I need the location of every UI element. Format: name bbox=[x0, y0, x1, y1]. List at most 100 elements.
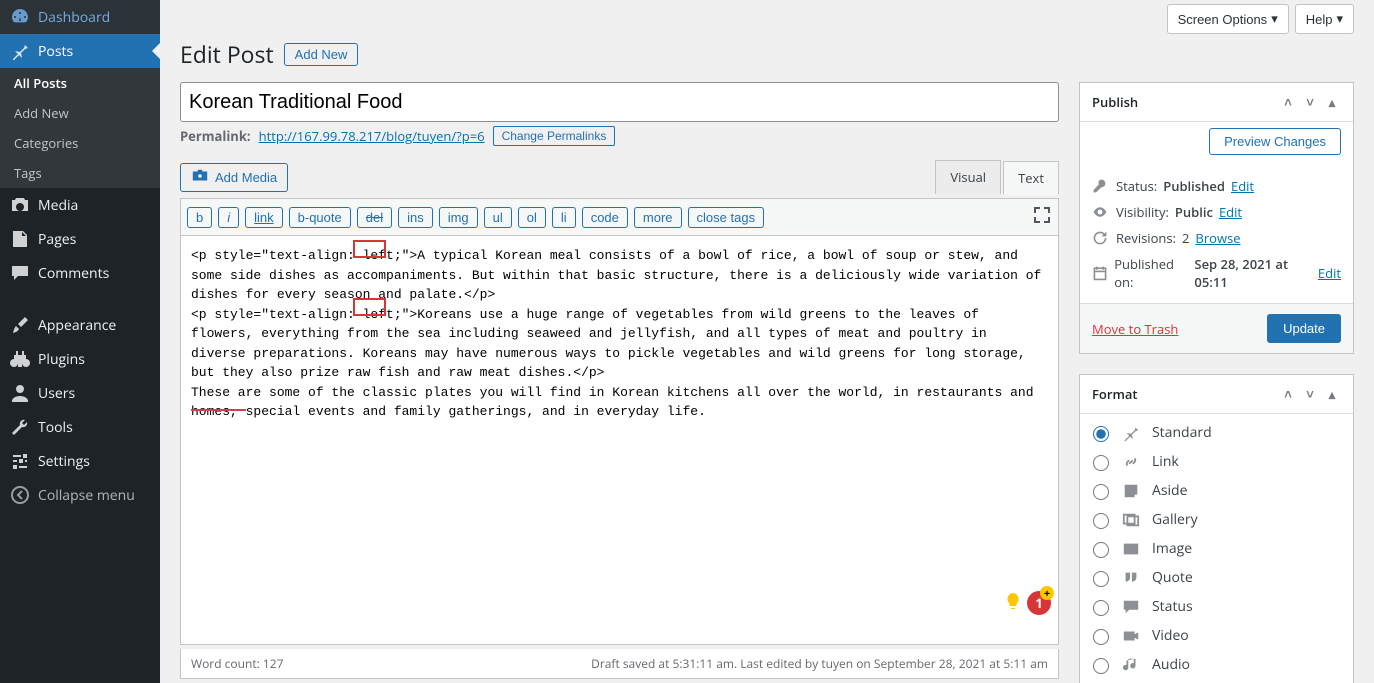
edit-status-link[interactable]: Edit bbox=[1231, 177, 1254, 195]
chevron-down-icon[interactable]: ˅ bbox=[1301, 93, 1319, 111]
quicktags-toolbar: b i link b-quote del ins img ul ol li co… bbox=[180, 198, 1059, 235]
page-title: Edit Post bbox=[180, 38, 274, 70]
sidebar-item-users[interactable]: Users bbox=[0, 376, 160, 410]
triangle-up-icon[interactable]: ▴ bbox=[1323, 93, 1341, 111]
sidebar-label: Collapse menu bbox=[38, 486, 135, 505]
user-icon bbox=[10, 383, 30, 403]
screen-meta-links: Screen Options ▾ Help ▾ bbox=[180, 4, 1354, 34]
qt-ol[interactable]: ol bbox=[518, 207, 546, 228]
qt-blockquote[interactable]: b-quote bbox=[289, 207, 351, 228]
move-to-trash-link[interactable]: Move to Trash bbox=[1092, 320, 1178, 338]
permalink-url[interactable]: http://167.99.78.217/blog/tuyen/?p=6 bbox=[259, 127, 485, 145]
camera-music-icon bbox=[191, 167, 209, 188]
post-title-input[interactable] bbox=[180, 82, 1059, 122]
chevron-down-icon[interactable]: ˅ bbox=[1301, 385, 1319, 403]
tab-visual[interactable]: Visual bbox=[935, 160, 1001, 194]
screen-options-toggle[interactable]: Screen Options ▾ bbox=[1167, 4, 1289, 34]
sidebar-item-dashboard[interactable]: Dashboard bbox=[0, 0, 160, 34]
format-radio-link[interactable] bbox=[1093, 455, 1109, 471]
format-radio-standard[interactable] bbox=[1093, 426, 1109, 442]
aside-icon bbox=[1122, 482, 1142, 500]
qt-img[interactable]: img bbox=[439, 207, 478, 228]
update-button[interactable]: Update bbox=[1267, 314, 1341, 343]
qt-bold[interactable]: b bbox=[187, 207, 212, 228]
edit-visibility-link[interactable]: Edit bbox=[1219, 203, 1242, 221]
key-icon bbox=[1092, 178, 1110, 194]
browse-revisions-link[interactable]: Browse bbox=[1195, 229, 1240, 247]
sidebar-item-pages[interactable]: Pages bbox=[0, 222, 160, 256]
sidebar-item-media[interactable]: Media bbox=[0, 188, 160, 222]
qt-more[interactable]: more bbox=[634, 207, 682, 228]
triangle-up-icon[interactable]: ▴ bbox=[1323, 385, 1341, 403]
format-radio-quote[interactable] bbox=[1093, 571, 1109, 587]
sidebar-sub-categories[interactable]: Categories bbox=[0, 128, 160, 158]
sidebar-label: Appearance bbox=[38, 316, 116, 335]
metabox-title: Publish bbox=[1092, 93, 1138, 111]
qt-ins[interactable]: ins bbox=[398, 207, 433, 228]
quote-icon bbox=[1122, 569, 1142, 587]
format-radio-gallery[interactable] bbox=[1093, 513, 1109, 529]
sliders-icon bbox=[10, 451, 30, 471]
qt-code[interactable]: code bbox=[582, 207, 628, 228]
pushpin-icon bbox=[10, 41, 30, 61]
fullscreen-toggle[interactable] bbox=[1032, 205, 1052, 229]
sidebar-sub-tags[interactable]: Tags bbox=[0, 158, 160, 188]
qt-ul[interactable]: ul bbox=[484, 207, 512, 228]
format-label: Video bbox=[1152, 626, 1189, 645]
visibility-value: Public bbox=[1175, 203, 1213, 221]
format-radio-status[interactable] bbox=[1093, 600, 1109, 616]
wrench-icon bbox=[10, 417, 30, 437]
preview-changes-button[interactable]: Preview Changes bbox=[1209, 128, 1341, 155]
metabox-title: Format bbox=[1092, 385, 1138, 403]
notification-badge[interactable]: 1 bbox=[1027, 591, 1051, 615]
sidebar-label: Pages bbox=[38, 230, 76, 249]
sidebar-item-plugins[interactable]: Plugins bbox=[0, 342, 160, 376]
page-icon bbox=[10, 229, 30, 249]
add-media-button[interactable]: Add Media bbox=[180, 163, 288, 192]
format-label: Image bbox=[1152, 539, 1192, 558]
format-radio-image[interactable] bbox=[1093, 542, 1109, 558]
format-radio-video[interactable] bbox=[1093, 629, 1109, 645]
revisions-label: Revisions: bbox=[1116, 229, 1176, 247]
sidebar-label: Media bbox=[38, 196, 78, 215]
add-new-button[interactable]: Add New bbox=[284, 43, 359, 66]
sidebar-item-appearance[interactable]: Appearance bbox=[0, 308, 160, 342]
button-label: Screen Options bbox=[1178, 12, 1268, 27]
sidebar-collapse[interactable]: Collapse menu bbox=[0, 478, 160, 512]
chevron-up-icon[interactable]: ˄ bbox=[1279, 385, 1297, 403]
sidebar-item-posts[interactable]: Posts bbox=[0, 34, 160, 68]
format-label: Aside bbox=[1152, 481, 1188, 500]
lightbulb-icon[interactable] bbox=[1003, 591, 1023, 615]
chevron-up-icon[interactable]: ˄ bbox=[1279, 93, 1297, 111]
format-label: Gallery bbox=[1152, 510, 1198, 529]
editor-footer-icons: 1 bbox=[1003, 591, 1051, 615]
sidebar-item-settings[interactable]: Settings bbox=[0, 444, 160, 478]
eye-icon bbox=[1092, 204, 1110, 220]
qt-del[interactable]: del bbox=[357, 207, 392, 228]
qt-italic[interactable]: i bbox=[218, 207, 239, 228]
format-radio-aside[interactable] bbox=[1093, 484, 1109, 500]
sidebar-label: Tools bbox=[38, 418, 73, 437]
brush-icon bbox=[10, 315, 30, 335]
word-count-value: 127 bbox=[263, 655, 284, 672]
publish-metabox: Publish ˄ ˅ ▴ Preview Changes Stat bbox=[1079, 82, 1354, 354]
change-permalinks-button[interactable]: Change Permalinks bbox=[493, 126, 616, 146]
sidebar-item-tools[interactable]: Tools bbox=[0, 410, 160, 444]
comment-icon bbox=[10, 263, 30, 283]
help-toggle[interactable]: Help ▾ bbox=[1295, 4, 1354, 34]
tab-text[interactable]: Text bbox=[1003, 161, 1059, 195]
qt-li[interactable]: li bbox=[552, 207, 576, 228]
published-on-value: Sep 28, 2021 at 05:11 bbox=[1194, 255, 1311, 291]
format-radio-audio[interactable] bbox=[1093, 658, 1109, 674]
qt-close-tags[interactable]: close tags bbox=[688, 207, 765, 228]
sidebar-label: Comments bbox=[38, 264, 109, 283]
qt-link[interactable]: link bbox=[245, 207, 283, 228]
edit-date-link[interactable]: Edit bbox=[1318, 264, 1341, 282]
post-content-textarea[interactable]: <p style="text-align: left;">A typical K… bbox=[180, 235, 1059, 645]
sidebar-sub-all-posts[interactable]: All Posts bbox=[0, 68, 160, 98]
sidebar-sub-add-new[interactable]: Add New bbox=[0, 98, 160, 128]
sidebar-item-comments[interactable]: Comments bbox=[0, 256, 160, 290]
revisions-value: 2 bbox=[1182, 229, 1189, 247]
status-value: Published bbox=[1163, 177, 1225, 195]
format-label: Status bbox=[1152, 597, 1193, 616]
